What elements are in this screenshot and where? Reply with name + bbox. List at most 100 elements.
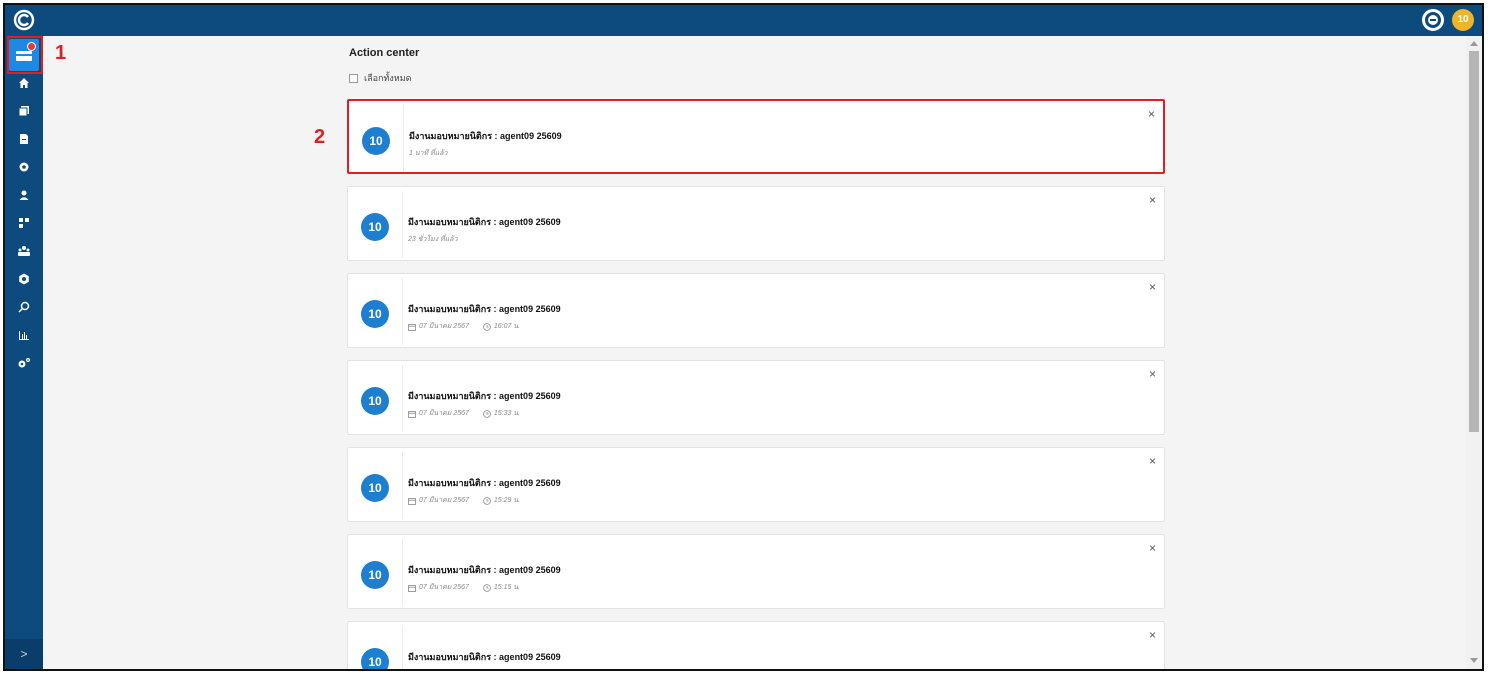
card-title: มีงานมอบหมายนิติกร : agent09 25609 <box>408 652 561 662</box>
card-date: 07 มีนาคม 2567 <box>419 323 469 330</box>
settings-cog-icon <box>19 162 29 172</box>
notification-card[interactable]: 10 มีงานมอบหมายนิติกร : agent09 25609 23 ช… <box>347 186 1165 261</box>
card-avatar: 10 <box>361 213 389 241</box>
chat-icon <box>1425 12 1441 28</box>
sidebar-item-chart[interactable] <box>5 323 43 347</box>
card-avatar: 10 <box>361 387 389 415</box>
sidebar-item-cogs[interactable] <box>5 351 43 375</box>
card-divider <box>402 191 403 258</box>
sidebar-item-gear[interactable] <box>5 267 43 291</box>
calendar-icon <box>408 410 416 418</box>
notification-card[interactable]: 10 มีงานมอบหมายนิติกร : agent09 25609 × <box>347 621 1165 669</box>
scrollbar[interactable] <box>1466 36 1482 669</box>
card-date: 07 มีนาคม 2567 <box>419 584 469 591</box>
sidebar-item-settings[interactable] <box>5 155 43 179</box>
app-window: 10 > 1 2 Action center เลือกทั้งหมด 10 ม… <box>3 3 1484 671</box>
card-meta: 07 มีนาคม 2567 15:29 น. <box>408 495 520 506</box>
home-icon <box>19 78 29 88</box>
user-avatar[interactable]: 10 <box>1452 9 1474 31</box>
card-time-ago: 23 ชั่วโมง ที่แล้ว <box>408 236 458 243</box>
card-meta: 23 ชั่วโมง ที่แล้ว <box>408 234 458 245</box>
clock-icon <box>483 322 491 331</box>
card-avatar: 10 <box>361 561 389 589</box>
card-date: 07 มีนาคม 2567 <box>419 410 469 417</box>
sidebar-item-group[interactable] <box>5 239 43 263</box>
card-date: 07 มีนาคม 2567 <box>419 497 469 504</box>
search-icon <box>18 301 30 313</box>
user-icon <box>19 190 29 200</box>
sidebar-item-user[interactable] <box>5 183 43 207</box>
close-icon[interactable]: × <box>1149 455 1156 467</box>
top-bar: 10 <box>5 5 1482 36</box>
logo-icon <box>13 9 35 31</box>
select-all-checkbox[interactable] <box>349 73 358 83</box>
card-time: 15:29 น. <box>493 497 521 504</box>
notification-card[interactable]: 10 มีงานมอบหมายนิติกร : agent09 25609 07 ม… <box>347 273 1165 348</box>
highlight-box-1 <box>7 36 43 74</box>
page-title: Action center <box>349 47 420 59</box>
notification-card[interactable]: 10 มีงานมอบหมายนิติกร : agent09 25609 07 ม… <box>347 447 1165 522</box>
sidebar-item-grid[interactable] <box>5 211 43 235</box>
close-icon[interactable]: × <box>1149 194 1156 206</box>
main-content: Action center เลือกทั้งหมด 10 มีงานมอบหมา… <box>43 36 1466 669</box>
scroll-down-arrow[interactable] <box>1470 658 1478 663</box>
card-divider <box>402 539 403 606</box>
calendar-icon <box>408 497 416 505</box>
sidebar-item-home[interactable] <box>5 71 43 95</box>
close-icon[interactable]: × <box>1149 368 1156 380</box>
card-time-ago: 1 นาที ที่แล้ว <box>409 150 448 157</box>
calendar-icon <box>408 323 416 331</box>
card-time: 15:33 น. <box>493 410 521 417</box>
card-time: 16:07 น. <box>493 323 521 330</box>
close-icon[interactable]: × <box>1149 542 1156 554</box>
card-meta: 07 มีนาคม 2567 16:07 น. <box>408 321 520 332</box>
card-title: มีงานมอบหมายนิติกร : agent09 25609 <box>408 304 561 314</box>
card-divider <box>402 452 403 519</box>
card-avatar: 10 <box>362 127 390 155</box>
group-icon <box>18 246 30 256</box>
chart-icon <box>19 331 29 340</box>
sidebar-expand-button[interactable]: > <box>5 639 43 669</box>
card-title: มีงานมอบหมายนิติกร : agent09 25609 <box>408 478 561 488</box>
card-title: มีงานมอบหมายนิติกร : agent09 25609 <box>408 565 561 575</box>
scroll-up-arrow[interactable] <box>1470 41 1478 46</box>
cogs-icon <box>18 358 30 368</box>
sidebar-item-search[interactable] <box>5 295 43 319</box>
card-meta: 1 นาที ที่แล้ว <box>409 148 447 159</box>
select-all[interactable]: เลือกทั้งหมด <box>349 71 411 85</box>
card-avatar: 10 <box>361 648 389 669</box>
card-meta: 07 มีนาคม 2567 15:33 น. <box>408 408 520 419</box>
chat-button[interactable] <box>1422 9 1444 31</box>
close-icon[interactable]: × <box>1149 629 1156 641</box>
sidebar: > <box>5 36 43 669</box>
gear-icon <box>19 273 29 285</box>
card-title: มีงานมอบหมายนิติกร : agent09 25609 <box>408 391 561 401</box>
notification-card[interactable]: 10 มีงานมอบหมายนิติกร : agent09 25609 07 ม… <box>347 534 1165 609</box>
close-icon[interactable]: × <box>1149 281 1156 293</box>
card-title: มีงานมอบหมายนิติกร : agent09 25609 <box>409 131 562 141</box>
scroll-thumb[interactable] <box>1469 51 1479 432</box>
sidebar-item-file[interactable] <box>5 127 43 151</box>
notification-card[interactable]: 10 มีงานมอบหมายนิติกร : agent09 25609 07 ม… <box>347 360 1165 435</box>
card-time: 15:15 น. <box>493 584 521 591</box>
card-divider <box>402 278 403 345</box>
clock-icon <box>483 496 491 505</box>
card-divider <box>402 626 403 669</box>
copy-icon <box>18 106 29 117</box>
card-avatar: 10 <box>361 300 389 328</box>
clock-icon <box>483 409 491 418</box>
grid-icon <box>19 218 29 228</box>
card-meta: 07 มีนาคม 2567 15:15 น. <box>408 582 520 593</box>
notification-card[interactable]: 10 มีงานมอบหมายนิติกร : agent09 25609 1 นา… <box>347 99 1165 174</box>
calendar-icon <box>408 584 416 592</box>
app-logo[interactable] <box>13 9 35 31</box>
card-title: มีงานมอบหมายนิติกร : agent09 25609 <box>408 217 561 227</box>
card-divider <box>402 365 403 432</box>
file-icon <box>20 134 28 144</box>
card-avatar: 10 <box>361 474 389 502</box>
select-all-label: เลือกทั้งหมด <box>364 73 412 83</box>
close-icon[interactable]: × <box>1148 108 1155 120</box>
sidebar-item-copy[interactable] <box>5 99 43 123</box>
clock-icon <box>483 583 491 592</box>
card-divider <box>403 105 404 172</box>
